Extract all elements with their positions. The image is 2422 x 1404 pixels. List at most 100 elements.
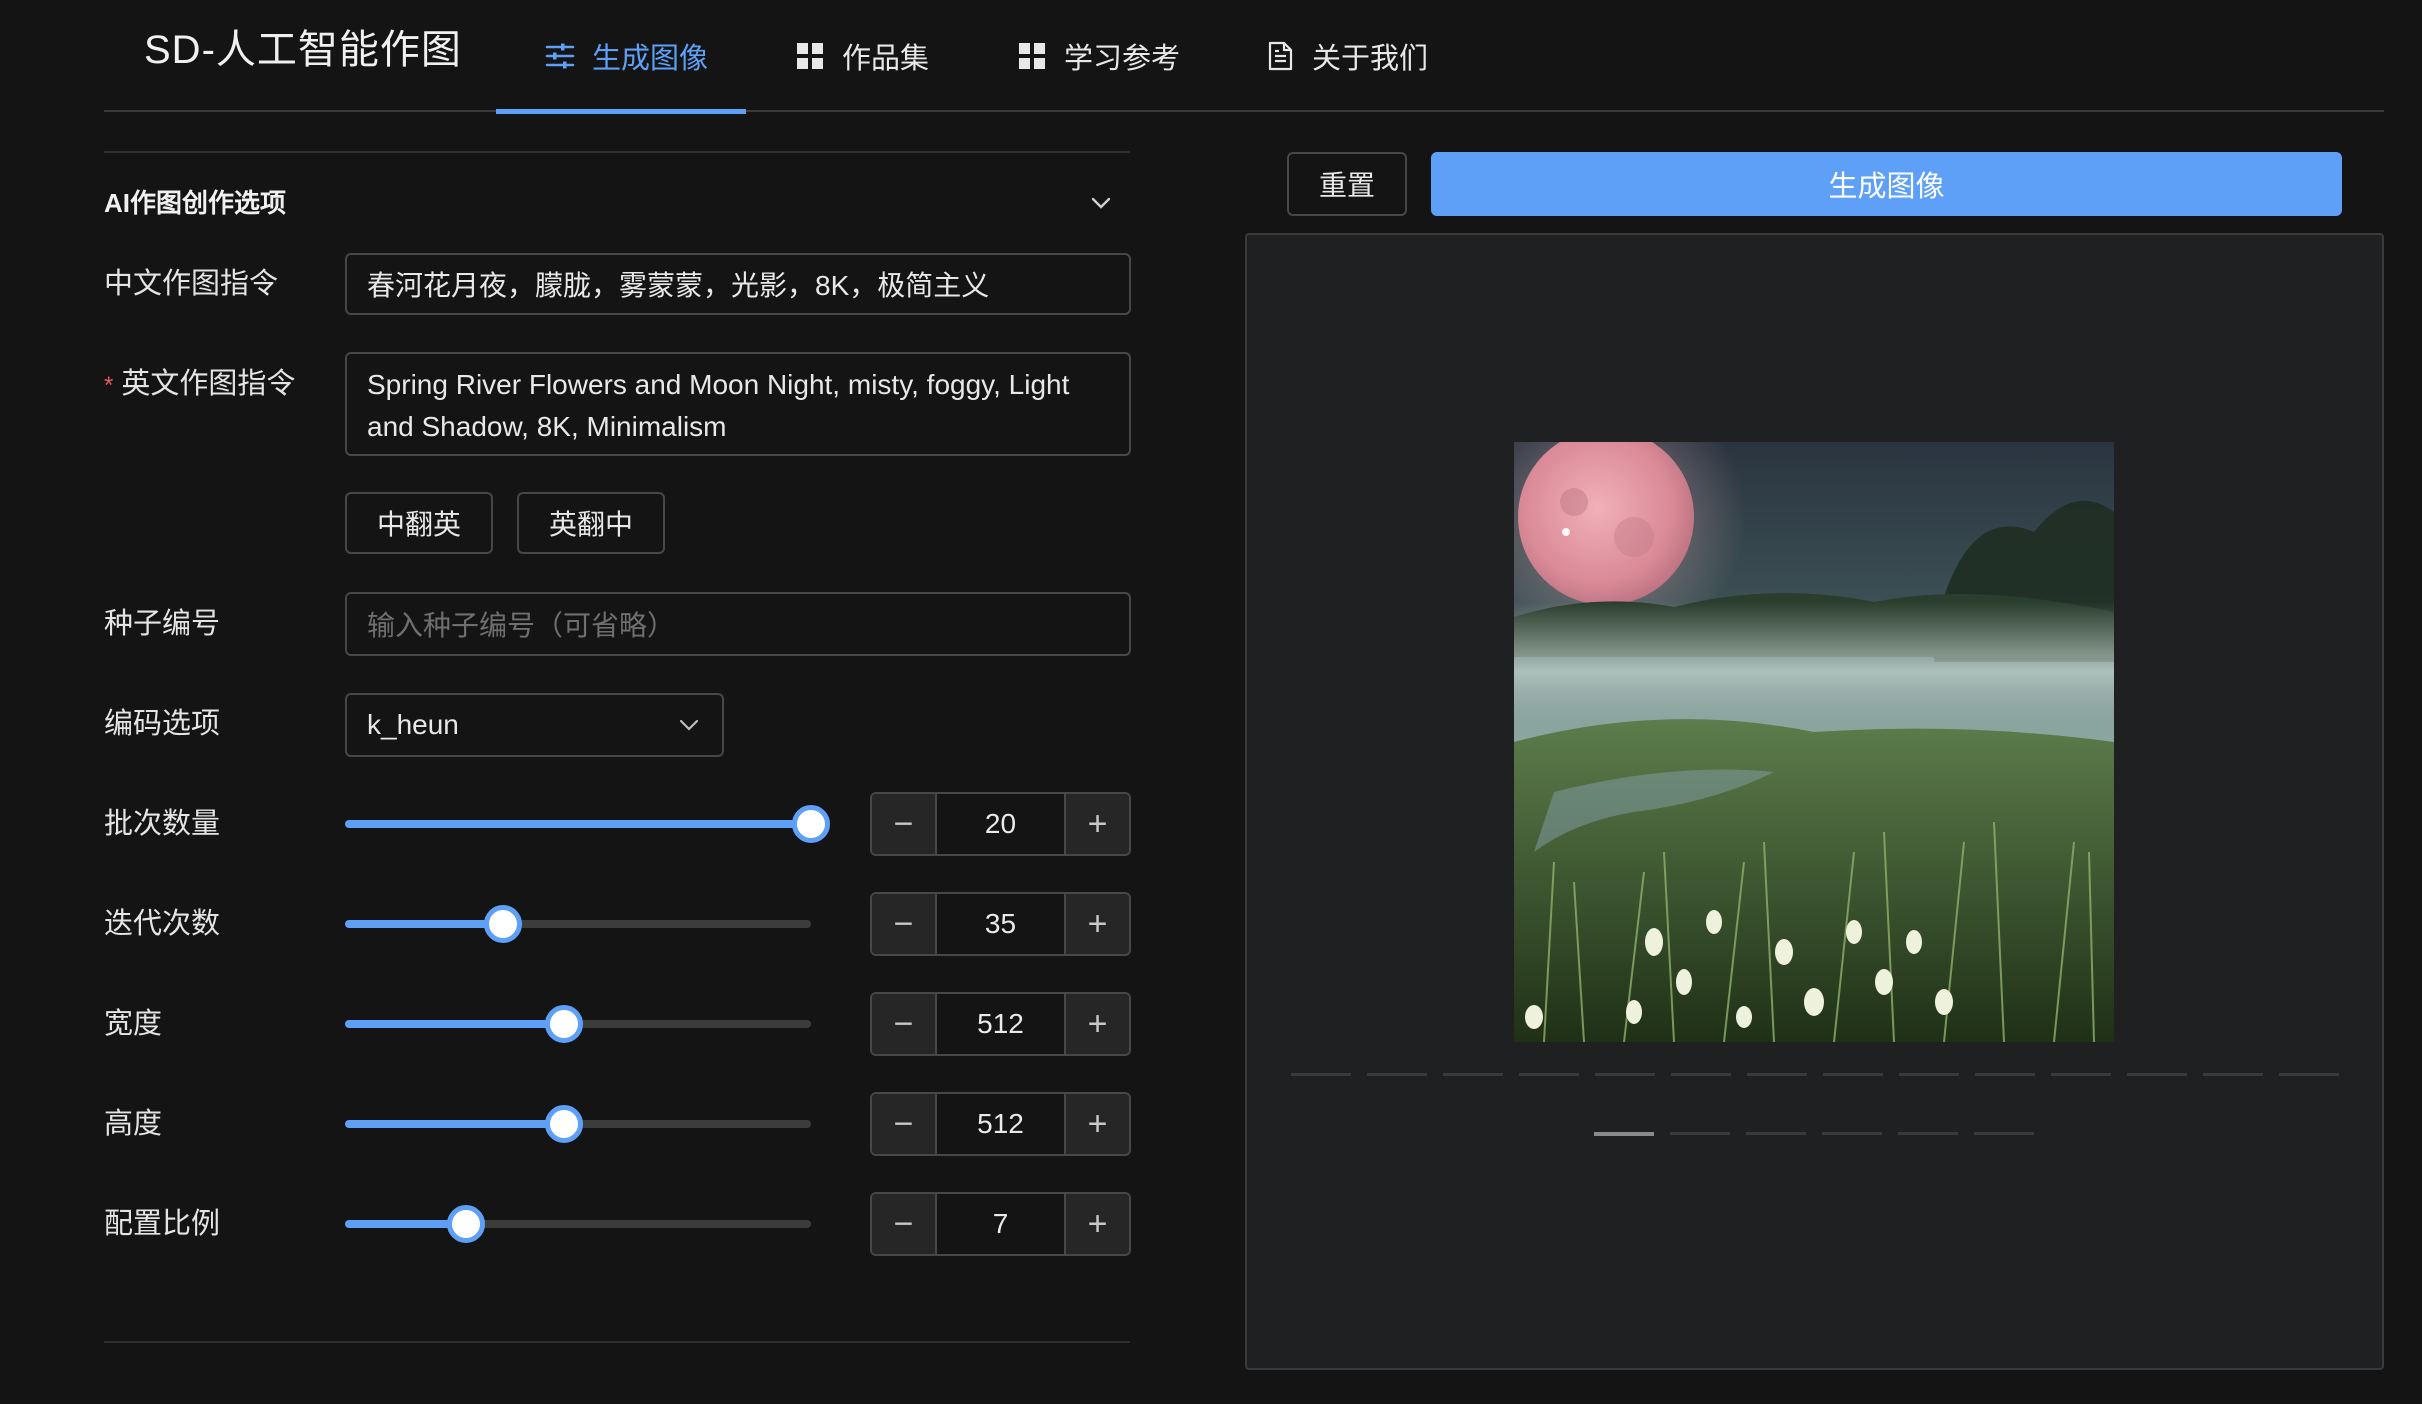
thumbnail-slot[interactable]	[1367, 1073, 1427, 1076]
batch-slider[interactable]	[345, 804, 830, 844]
tab-label: 学习参考	[1064, 43, 1181, 75]
chevron-down-icon	[679, 719, 699, 731]
document-icon	[1268, 41, 1293, 71]
page-indicator[interactable]	[1822, 1132, 1882, 1135]
seed-label: 种子编号	[104, 608, 221, 640]
thumbnail-strip	[1291, 1073, 2355, 1076]
tab-about-us[interactable]: 关于我们	[1264, 0, 1428, 112]
height-slider[interactable]	[345, 1104, 811, 1144]
steps-stepper: − 35 +	[870, 892, 1131, 956]
cfg-scale-slider[interactable]	[345, 1204, 811, 1244]
chevron-down-icon[interactable]	[1088, 190, 1114, 216]
batch-label: 批次数量	[104, 808, 221, 840]
slider-fill	[345, 820, 811, 828]
tab-portfolio[interactable]: 作品集	[794, 0, 929, 112]
tab-learning[interactable]: 学习参考	[1016, 0, 1180, 112]
decrement-button[interactable]: −	[872, 894, 937, 954]
height-label: 高度	[104, 1108, 163, 1140]
page-indicator[interactable]	[1898, 1132, 1958, 1135]
top-navbar: SD-人工智能作图 生成图像 作品集 学习参考 关于我们	[104, 0, 2384, 114]
thumbnail-slot[interactable]	[2279, 1073, 2339, 1076]
increment-button[interactable]: +	[1064, 1194, 1129, 1254]
slider-handle[interactable]	[792, 805, 830, 843]
app-title: SD-人工智能作图	[144, 28, 462, 72]
decrement-button[interactable]: −	[872, 1194, 937, 1254]
page-indicator[interactable]	[1746, 1132, 1806, 1135]
thumbnail-slot[interactable]	[1899, 1073, 1959, 1076]
thumbnail-slot[interactable]	[2127, 1073, 2187, 1076]
increment-button[interactable]: +	[1064, 894, 1129, 954]
width-value[interactable]: 512	[937, 994, 1064, 1054]
generated-image[interactable]	[1514, 442, 2114, 1042]
thumbnail-slot[interactable]	[1595, 1073, 1655, 1076]
cfg-scale-label: 配置比例	[104, 1208, 221, 1240]
pagination-dots	[1594, 1132, 2050, 1136]
en-prompt-label-text: 英文作图指令	[121, 368, 296, 400]
slider-handle[interactable]	[545, 1105, 584, 1143]
sliders-icon	[545, 43, 575, 69]
decrement-button[interactable]: −	[872, 994, 937, 1054]
decrement-button[interactable]: −	[872, 1094, 937, 1154]
steps-value[interactable]: 35	[937, 894, 1064, 954]
grid-icon	[1019, 43, 1045, 69]
page-indicator-active[interactable]	[1594, 1132, 1654, 1136]
thumbnail-slot[interactable]	[1747, 1073, 1807, 1076]
reset-button[interactable]: 重置	[1287, 152, 1407, 216]
cn-prompt-input[interactable]: 春河花月夜，朦胧，雾蒙蒙，光影，8K，极简主义	[345, 253, 1131, 315]
slider-handle[interactable]	[484, 905, 523, 943]
thumbnail-slot[interactable]	[2203, 1073, 2263, 1076]
thumbnail-slot[interactable]	[1823, 1073, 1883, 1076]
thumbnail-slot[interactable]	[1519, 1073, 1579, 1076]
en-prompt-value: Spring River Flowers and Moon Night, mis…	[367, 369, 1070, 442]
divider	[104, 1341, 1130, 1343]
page-indicator[interactable]	[1974, 1132, 2034, 1135]
seed-placeholder: 输入种子编号（可省略）	[367, 610, 676, 641]
cn-prompt-label: 中文作图指令	[104, 268, 279, 300]
seed-input[interactable]: 输入种子编号（可省略）	[345, 592, 1131, 656]
increment-button[interactable]: +	[1064, 794, 1129, 854]
height-value[interactable]: 512	[937, 1094, 1064, 1154]
steps-slider[interactable]	[345, 904, 811, 944]
generate-image-button[interactable]: 生成图像	[1431, 152, 2342, 216]
steps-label: 迭代次数	[104, 908, 221, 940]
translate-en-to-cn-button[interactable]: 英翻中	[517, 492, 665, 554]
tab-label: 作品集	[842, 43, 930, 75]
cfg-scale-stepper: − 7 +	[870, 1192, 1131, 1256]
slider-fill	[345, 1020, 565, 1028]
translate-cn-to-en-button[interactable]: 中翻英	[345, 492, 493, 554]
grid-icon	[797, 43, 823, 69]
page-indicator[interactable]	[1670, 1132, 1730, 1135]
batch-stepper: − 20 +	[870, 792, 1131, 856]
divider	[104, 151, 1130, 153]
sampler-select[interactable]: k_heun	[345, 693, 724, 757]
batch-value[interactable]: 20	[937, 794, 1064, 854]
increment-button[interactable]: +	[1064, 994, 1129, 1054]
cfg-scale-value[interactable]: 7	[937, 1194, 1064, 1254]
thumbnail-slot[interactable]	[1671, 1073, 1731, 1076]
slider-handle[interactable]	[545, 1005, 584, 1043]
en-prompt-textarea[interactable]: Spring River Flowers and Moon Night, mis…	[345, 352, 1131, 456]
thumbnail-slot[interactable]	[2051, 1073, 2111, 1076]
width-stepper: − 512 +	[870, 992, 1131, 1056]
sampler-label: 编码选项	[104, 708, 221, 740]
tab-generate-image[interactable]: 生成图像	[495, 0, 747, 114]
cn-prompt-value: 春河花月夜，朦胧，雾蒙蒙，光影，8K，极简主义	[367, 270, 990, 301]
slider-handle[interactable]	[447, 1205, 486, 1243]
thumbnail-slot[interactable]	[1291, 1073, 1351, 1076]
en-prompt-label: * 英文作图指令	[104, 364, 295, 406]
slider-fill	[345, 920, 504, 928]
increment-button[interactable]: +	[1064, 1094, 1129, 1154]
width-label: 宽度	[104, 1008, 163, 1040]
width-slider[interactable]	[345, 1004, 811, 1044]
thumbnail-slot[interactable]	[1975, 1073, 2035, 1076]
collapse-header-title[interactable]: AI作图创作选项	[104, 183, 286, 220]
app-root: SD-人工智能作图 生成图像 作品集 学习参考 关于我们 AI作图创作选项 中文…	[0, 0, 2422, 1404]
required-mark: *	[104, 372, 114, 399]
sampler-value: k_heun	[367, 709, 459, 740]
thumbnail-slot[interactable]	[1443, 1073, 1503, 1076]
tab-label: 生成图像	[592, 43, 709, 75]
tab-label: 关于我们	[1312, 43, 1429, 75]
height-stepper: − 512 +	[870, 1092, 1131, 1156]
slider-fill	[345, 1120, 565, 1128]
decrement-button[interactable]: −	[872, 794, 937, 854]
